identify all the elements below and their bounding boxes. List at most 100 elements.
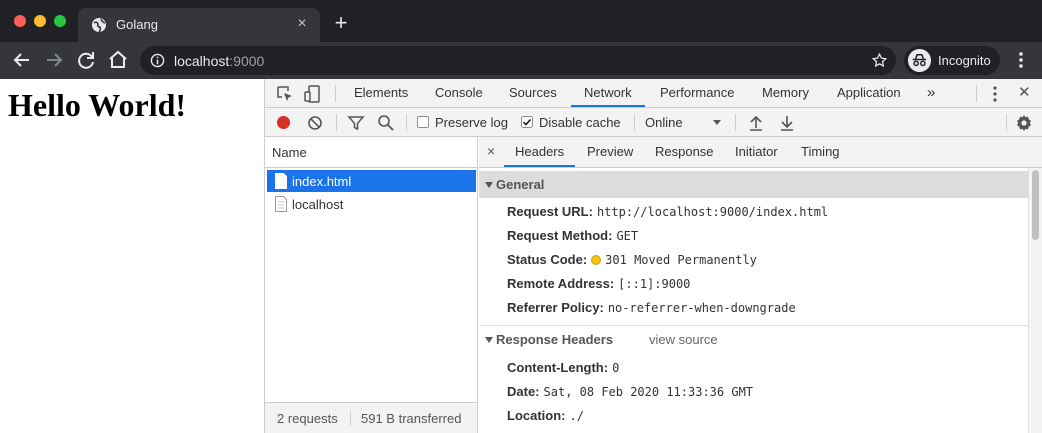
header-row-status-code: Status Code: 301 Moved Permanently — [507, 252, 757, 270]
export-har-icon[interactable] — [777, 113, 797, 133]
tab-application[interactable]: Application — [837, 79, 901, 107]
tab-initiator[interactable]: Initiator — [735, 137, 778, 167]
forward-arrow-icon[interactable] — [42, 48, 66, 72]
header-key: Request Method: — [507, 228, 613, 243]
section-title: General — [496, 177, 545, 192]
header-value: 301 Moved Permanently — [605, 253, 757, 267]
header-key: Referrer Policy: — [507, 300, 604, 315]
separator — [634, 114, 635, 131]
window-maximize-button[interactable] — [54, 15, 66, 27]
reload-icon[interactable] — [74, 48, 98, 72]
tab-close-button[interactable]: × — [292, 14, 312, 34]
incognito-label: Incognito — [938, 53, 991, 68]
scrollbar-thumb[interactable] — [1032, 170, 1039, 240]
document-icon — [275, 196, 287, 212]
tab-performance[interactable]: Performance — [660, 79, 734, 107]
search-icon[interactable] — [376, 113, 396, 133]
tab-console[interactable]: Console — [435, 79, 483, 107]
tab-response[interactable]: Response — [655, 137, 714, 167]
inspect-element-icon[interactable] — [275, 84, 295, 104]
page-heading: Hello World! — [8, 87, 187, 123]
document-icon — [275, 173, 287, 189]
name-column-header[interactable]: Name — [265, 137, 477, 168]
url-host: localhost — [174, 53, 230, 69]
section-title: Response Headers — [496, 332, 614, 347]
header-value: [::1]:9000 — [618, 277, 691, 291]
requests-list-panel: Name index.html localhost 2 requests 591… — [265, 137, 478, 433]
request-row-localhost[interactable]: localhost — [267, 193, 476, 215]
browser-toolbar: localhost:9000 Incognito — [0, 42, 1042, 79]
header-row-request-url: Request URL: http://localhost:9000/index.… — [507, 204, 828, 222]
kebab-menu-icon[interactable] — [1012, 51, 1030, 69]
browser-tabstrip: Golang × + — [0, 0, 1042, 42]
response-headers-section-header[interactable]: Response Headers view source — [479, 326, 1028, 353]
star-icon[interactable] — [871, 52, 888, 69]
tab-network[interactable]: Network — [571, 79, 645, 107]
name-column-label: Name — [272, 145, 307, 160]
browser-tab[interactable]: Golang × — [78, 8, 320, 42]
header-value: ./ — [569, 409, 584, 423]
vertical-scrollbar[interactable] — [1028, 168, 1042, 433]
separator — [350, 411, 351, 426]
request-name: localhost — [292, 197, 344, 212]
device-toolbar-icon[interactable] — [303, 84, 323, 104]
tab-preview[interactable]: Preview — [587, 137, 633, 167]
disable-cache-box[interactable] — [521, 116, 533, 128]
more-tabs-button[interactable]: » — [927, 79, 935, 107]
window-minimize-button[interactable] — [34, 15, 46, 27]
devtools-menu-icon[interactable] — [985, 84, 1005, 104]
general-section-header[interactable]: General — [479, 171, 1028, 198]
request-row-index-html[interactable]: index.html — [267, 170, 476, 192]
network-summary-bar: 2 requests 591 B transferred — [265, 402, 477, 433]
triangle-down-icon — [485, 337, 493, 343]
preserve-log-box[interactable] — [417, 116, 429, 128]
gear-icon[interactable] — [1014, 113, 1034, 133]
header-key: Request URL: — [507, 204, 593, 219]
separator — [735, 114, 736, 131]
header-key: Content-Length: — [507, 360, 609, 375]
info-icon[interactable] — [150, 53, 165, 68]
incognito-badge[interactable]: Incognito — [904, 46, 1000, 75]
home-icon[interactable] — [106, 48, 130, 72]
separator — [336, 114, 337, 131]
detail-close-button[interactable]: × — [487, 144, 501, 158]
filter-icon[interactable] — [346, 113, 366, 133]
header-key: Remote Address: — [507, 276, 615, 291]
header-row-request-method: Request Method: GET — [507, 228, 638, 246]
address-bar[interactable]: localhost:9000 — [140, 46, 896, 75]
clear-icon[interactable] — [305, 113, 325, 133]
status-warning-icon — [591, 255, 602, 265]
header-value: GET — [616, 229, 639, 243]
incognito-icon — [908, 49, 931, 72]
devtools-close-button[interactable]: ✕ — [1018, 79, 1031, 107]
tab-timing[interactable]: Timing — [801, 137, 840, 167]
devtools-panel: Elements Console Sources Network Perform… — [264, 79, 1042, 433]
separator — [976, 85, 977, 102]
globe-icon — [92, 18, 106, 33]
header-row-location: Location: ./ — [507, 408, 584, 426]
separator — [406, 114, 407, 131]
disable-cache-label: Disable cache — [539, 115, 621, 130]
devtools-tabbar: Elements Console Sources Network Perform… — [265, 79, 1042, 108]
new-tab-button[interactable]: + — [330, 12, 352, 34]
tab-sources[interactable]: Sources — [509, 79, 557, 107]
window-close-button[interactable] — [14, 15, 26, 27]
separator — [335, 85, 336, 102]
url-text: localhost:9000 — [174, 53, 264, 69]
view-source-link[interactable]: view source — [649, 332, 718, 347]
header-row-content-length: Content-Length: 0 — [507, 360, 619, 378]
tab-title: Golang — [116, 17, 158, 32]
back-arrow-icon[interactable] — [10, 48, 34, 72]
url-port: :9000 — [229, 53, 265, 69]
throttling-value: Online — [645, 115, 683, 130]
dropdown-arrow-icon — [713, 120, 721, 125]
header-row-remote-address: Remote Address: [::1]:9000 — [507, 276, 690, 294]
throttling-select[interactable]: Online — [645, 114, 725, 132]
header-row-date: Date: Sat, 08 Feb 2020 11:33:36 GMT — [507, 384, 753, 402]
tab-elements[interactable]: Elements — [354, 79, 408, 107]
header-value: 0 — [612, 361, 620, 375]
tab-headers[interactable]: Headers — [504, 137, 576, 167]
import-har-icon[interactable] — [746, 113, 766, 133]
record-button[interactable] — [277, 116, 290, 129]
tab-memory[interactable]: Memory — [762, 79, 809, 107]
